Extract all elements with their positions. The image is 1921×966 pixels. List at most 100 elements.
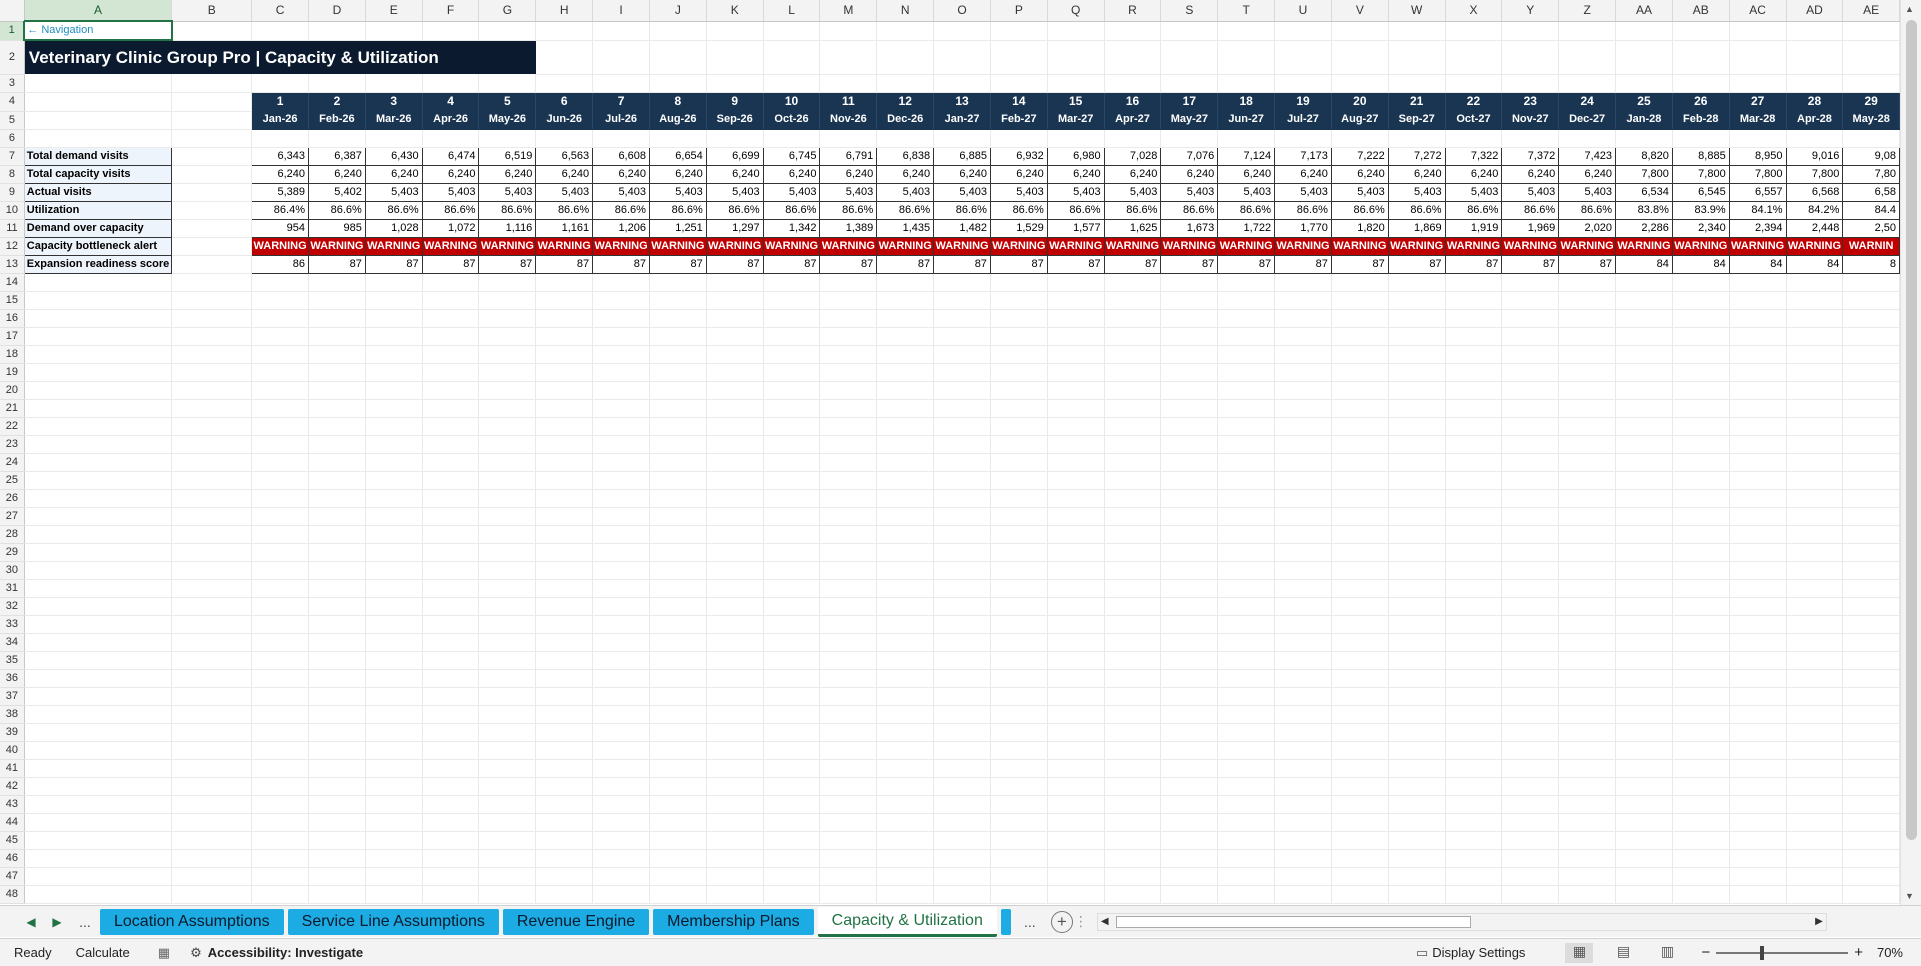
cell[interactable]	[1558, 669, 1617, 688]
cell[interactable]	[1729, 867, 1787, 886]
cell[interactable]	[1729, 831, 1787, 850]
cell[interactable]	[876, 561, 935, 580]
cell[interactable]	[763, 381, 821, 400]
value-cell[interactable]: 86.6%	[1274, 200, 1332, 220]
cell[interactable]	[819, 417, 878, 436]
cell[interactable]	[171, 669, 253, 688]
add-sheet-icon[interactable]: +	[1050, 910, 1073, 933]
cell[interactable]	[1842, 399, 1900, 418]
cell[interactable]	[1217, 489, 1276, 508]
cell[interactable]	[1388, 633, 1446, 652]
row-header[interactable]: 7	[0, 147, 25, 166]
cell[interactable]	[819, 795, 878, 814]
cell[interactable]	[1729, 741, 1787, 760]
value-cell[interactable]: 87	[478, 254, 537, 274]
cell[interactable]	[819, 74, 878, 93]
cell[interactable]	[706, 669, 764, 688]
cell[interactable]	[649, 651, 707, 670]
cell[interactable]	[763, 561, 821, 580]
column-header-ab[interactable]: AB	[1672, 0, 1730, 22]
cell[interactable]	[422, 273, 480, 292]
cell[interactable]	[171, 92, 253, 112]
cell[interactable]	[649, 507, 707, 526]
cell[interactable]	[251, 849, 309, 868]
cell[interactable]	[1445, 795, 1503, 814]
cell[interactable]	[24, 885, 173, 904]
row-header[interactable]: 43	[0, 795, 25, 814]
cell[interactable]	[1558, 345, 1617, 364]
cell[interactable]	[990, 633, 1048, 652]
cell[interactable]	[1558, 651, 1617, 670]
cell[interactable]	[251, 651, 309, 670]
cell[interactable]	[706, 597, 764, 616]
cell[interactable]	[819, 579, 878, 598]
cell[interactable]	[819, 273, 878, 292]
cell[interactable]	[1615, 363, 1673, 382]
cell[interactable]	[1672, 417, 1730, 436]
cell[interactable]	[308, 74, 366, 93]
cell[interactable]	[1274, 453, 1332, 472]
cell[interactable]	[1388, 651, 1446, 670]
cell[interactable]	[251, 813, 309, 832]
cell[interactable]	[1786, 723, 1844, 742]
row-header[interactable]: 35	[0, 651, 25, 670]
cell[interactable]	[1274, 669, 1332, 688]
row-header[interactable]: 44	[0, 813, 25, 832]
cell[interactable]	[1672, 507, 1730, 526]
cell[interactable]	[819, 543, 878, 562]
cell[interactable]	[535, 597, 594, 616]
cell[interactable]	[308, 777, 366, 796]
cell[interactable]	[1558, 507, 1617, 526]
row-header[interactable]: 16	[0, 309, 25, 328]
row-header[interactable]: 12	[0, 237, 25, 256]
cell[interactable]	[763, 579, 821, 598]
warning-cell[interactable]: WARNING	[251, 236, 309, 256]
cell[interactable]	[1615, 129, 1673, 148]
cell[interactable]	[649, 21, 707, 41]
cell[interactable]	[1160, 399, 1219, 418]
cell[interactable]	[763, 74, 821, 93]
cell[interactable]	[1217, 21, 1276, 41]
cell[interactable]	[251, 453, 309, 472]
cell[interactable]	[478, 309, 537, 328]
value-cell[interactable]: 87	[535, 254, 594, 274]
cell[interactable]	[1388, 885, 1446, 904]
cell[interactable]	[24, 273, 173, 292]
cell[interactable]	[1331, 651, 1389, 670]
cell[interactable]	[171, 795, 253, 814]
value-cell[interactable]: 7,372	[1501, 146, 1560, 166]
cell[interactable]	[365, 543, 423, 562]
cell[interactable]	[706, 74, 764, 93]
cell[interactable]	[171, 273, 253, 292]
horizontal-scrollbar[interactable]: ◀ ▶	[1096, 912, 1827, 931]
cell[interactable]	[1047, 435, 1105, 454]
cell[interactable]	[1615, 615, 1673, 634]
warning-cell[interactable]: WARNING	[1444, 236, 1503, 256]
cell[interactable]	[990, 507, 1048, 526]
cell[interactable]	[478, 813, 537, 832]
cell[interactable]	[1388, 759, 1446, 778]
cell[interactable]	[535, 867, 594, 886]
value-cell[interactable]: 7,028	[1103, 146, 1162, 166]
cell[interactable]	[933, 273, 991, 292]
cell[interactable]	[365, 327, 423, 346]
cell[interactable]	[819, 40, 878, 75]
cell[interactable]	[592, 831, 650, 850]
column-header-t[interactable]: T	[1217, 0, 1276, 22]
cell[interactable]	[478, 489, 537, 508]
cell[interactable]	[1331, 327, 1389, 346]
scroll-up-icon[interactable]: ▲	[1905, 4, 1914, 14]
cell[interactable]	[1047, 687, 1105, 706]
cell[interactable]	[763, 885, 821, 904]
value-cell[interactable]: 6,240	[1217, 164, 1276, 184]
cell[interactable]	[24, 507, 173, 526]
cell[interactable]	[763, 327, 821, 346]
cell[interactable]	[308, 687, 366, 706]
cell[interactable]	[478, 885, 537, 904]
cell[interactable]	[1274, 723, 1332, 742]
cell[interactable]	[365, 21, 423, 41]
cell[interactable]	[1842, 345, 1900, 364]
cell[interactable]	[365, 507, 423, 526]
cell[interactable]	[422, 21, 480, 41]
cell[interactable]	[24, 309, 173, 328]
